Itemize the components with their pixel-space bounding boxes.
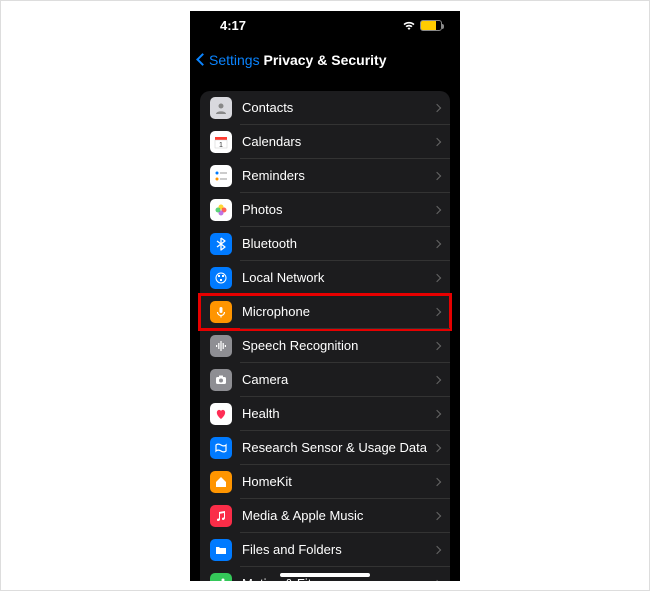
home-indicator[interactable] — [280, 573, 370, 577]
row-research[interactable]: Research Sensor & Usage Data — [200, 431, 450, 465]
reminders-icon — [210, 165, 232, 187]
row-label: Files and Folders — [242, 542, 434, 557]
chevron-right-icon — [433, 205, 441, 213]
status-bar: 4:17 — [190, 11, 460, 41]
row-health[interactable]: Health — [200, 397, 450, 431]
row-reminders[interactable]: Reminders — [200, 159, 450, 193]
chevron-right-icon — [433, 409, 441, 417]
row-label: Health — [242, 406, 434, 421]
status-time: 4:17 — [220, 18, 246, 33]
row-files-folders[interactable]: Files and Folders — [200, 533, 450, 567]
row-label: Reminders — [242, 168, 434, 183]
navigation-bar: Settings Privacy & Security — [190, 41, 460, 79]
waveform-icon — [210, 335, 232, 357]
status-indicators — [402, 20, 442, 31]
back-label: Settings — [209, 52, 260, 68]
chevron-right-icon — [433, 341, 441, 349]
row-homekit[interactable]: HomeKit — [200, 465, 450, 499]
row-label: Calendars — [242, 134, 434, 149]
chevron-right-icon — [433, 545, 441, 553]
research-icon — [210, 437, 232, 459]
settings-list: Contacts 1 Calendars Reminders Photos Bluetoo… — [200, 91, 450, 581]
chevron-right-icon — [433, 477, 441, 485]
row-speech-recognition[interactable]: Speech Recognition — [200, 329, 450, 363]
chevron-right-icon — [433, 511, 441, 519]
row-media-music[interactable]: Media & Apple Music — [200, 499, 450, 533]
row-label: Motion & Fitness — [242, 576, 434, 581]
chevron-right-icon — [433, 375, 441, 383]
content-area: Contacts 1 Calendars Reminders Photos Bluetoo… — [190, 79, 460, 581]
row-microphone[interactable]: Microphone — [200, 295, 450, 329]
svg-text:1: 1 — [219, 142, 223, 149]
wifi-icon — [402, 21, 416, 31]
row-photos[interactable]: Photos — [200, 193, 450, 227]
music-icon — [210, 505, 232, 527]
row-bluetooth[interactable]: Bluetooth — [200, 227, 450, 261]
chevron-right-icon — [433, 103, 441, 111]
microphone-icon — [210, 301, 232, 323]
row-label: Speech Recognition — [242, 338, 434, 353]
chevron-left-icon — [196, 53, 209, 66]
camera-icon — [210, 369, 232, 391]
row-label: Local Network — [242, 270, 434, 285]
phone-frame: 4:17 Settings Privacy & Security Contact… — [190, 11, 460, 581]
folder-icon — [210, 539, 232, 561]
row-calendars[interactable]: 1 Calendars — [200, 125, 450, 159]
row-label: Photos — [242, 202, 434, 217]
row-local-network[interactable]: Local Network — [200, 261, 450, 295]
chevron-right-icon — [433, 171, 441, 179]
battery-icon — [420, 20, 442, 31]
row-label: Camera — [242, 372, 434, 387]
row-contacts[interactable]: Contacts — [200, 91, 450, 125]
network-icon — [210, 267, 232, 289]
chevron-right-icon — [433, 239, 441, 247]
row-label: HomeKit — [242, 474, 434, 489]
photos-icon — [210, 199, 232, 221]
bluetooth-icon — [210, 233, 232, 255]
chevron-right-icon — [433, 137, 441, 145]
row-label: Bluetooth — [242, 236, 434, 251]
health-icon — [210, 403, 232, 425]
chevron-right-icon — [433, 307, 441, 315]
chevron-right-icon — [433, 273, 441, 281]
chevron-right-icon — [433, 579, 441, 580]
home-icon — [210, 471, 232, 493]
chevron-right-icon — [433, 443, 441, 451]
page-title: Privacy & Security — [264, 52, 387, 68]
contacts-icon — [210, 97, 232, 119]
row-label: Research Sensor & Usage Data — [242, 440, 434, 455]
row-label: Microphone — [242, 304, 434, 319]
calendar-icon: 1 — [210, 131, 232, 153]
row-camera[interactable]: Camera — [200, 363, 450, 397]
row-label: Media & Apple Music — [242, 508, 434, 523]
fitness-icon — [210, 573, 232, 581]
row-label: Contacts — [242, 100, 434, 115]
back-button[interactable]: Settings — [198, 52, 260, 68]
